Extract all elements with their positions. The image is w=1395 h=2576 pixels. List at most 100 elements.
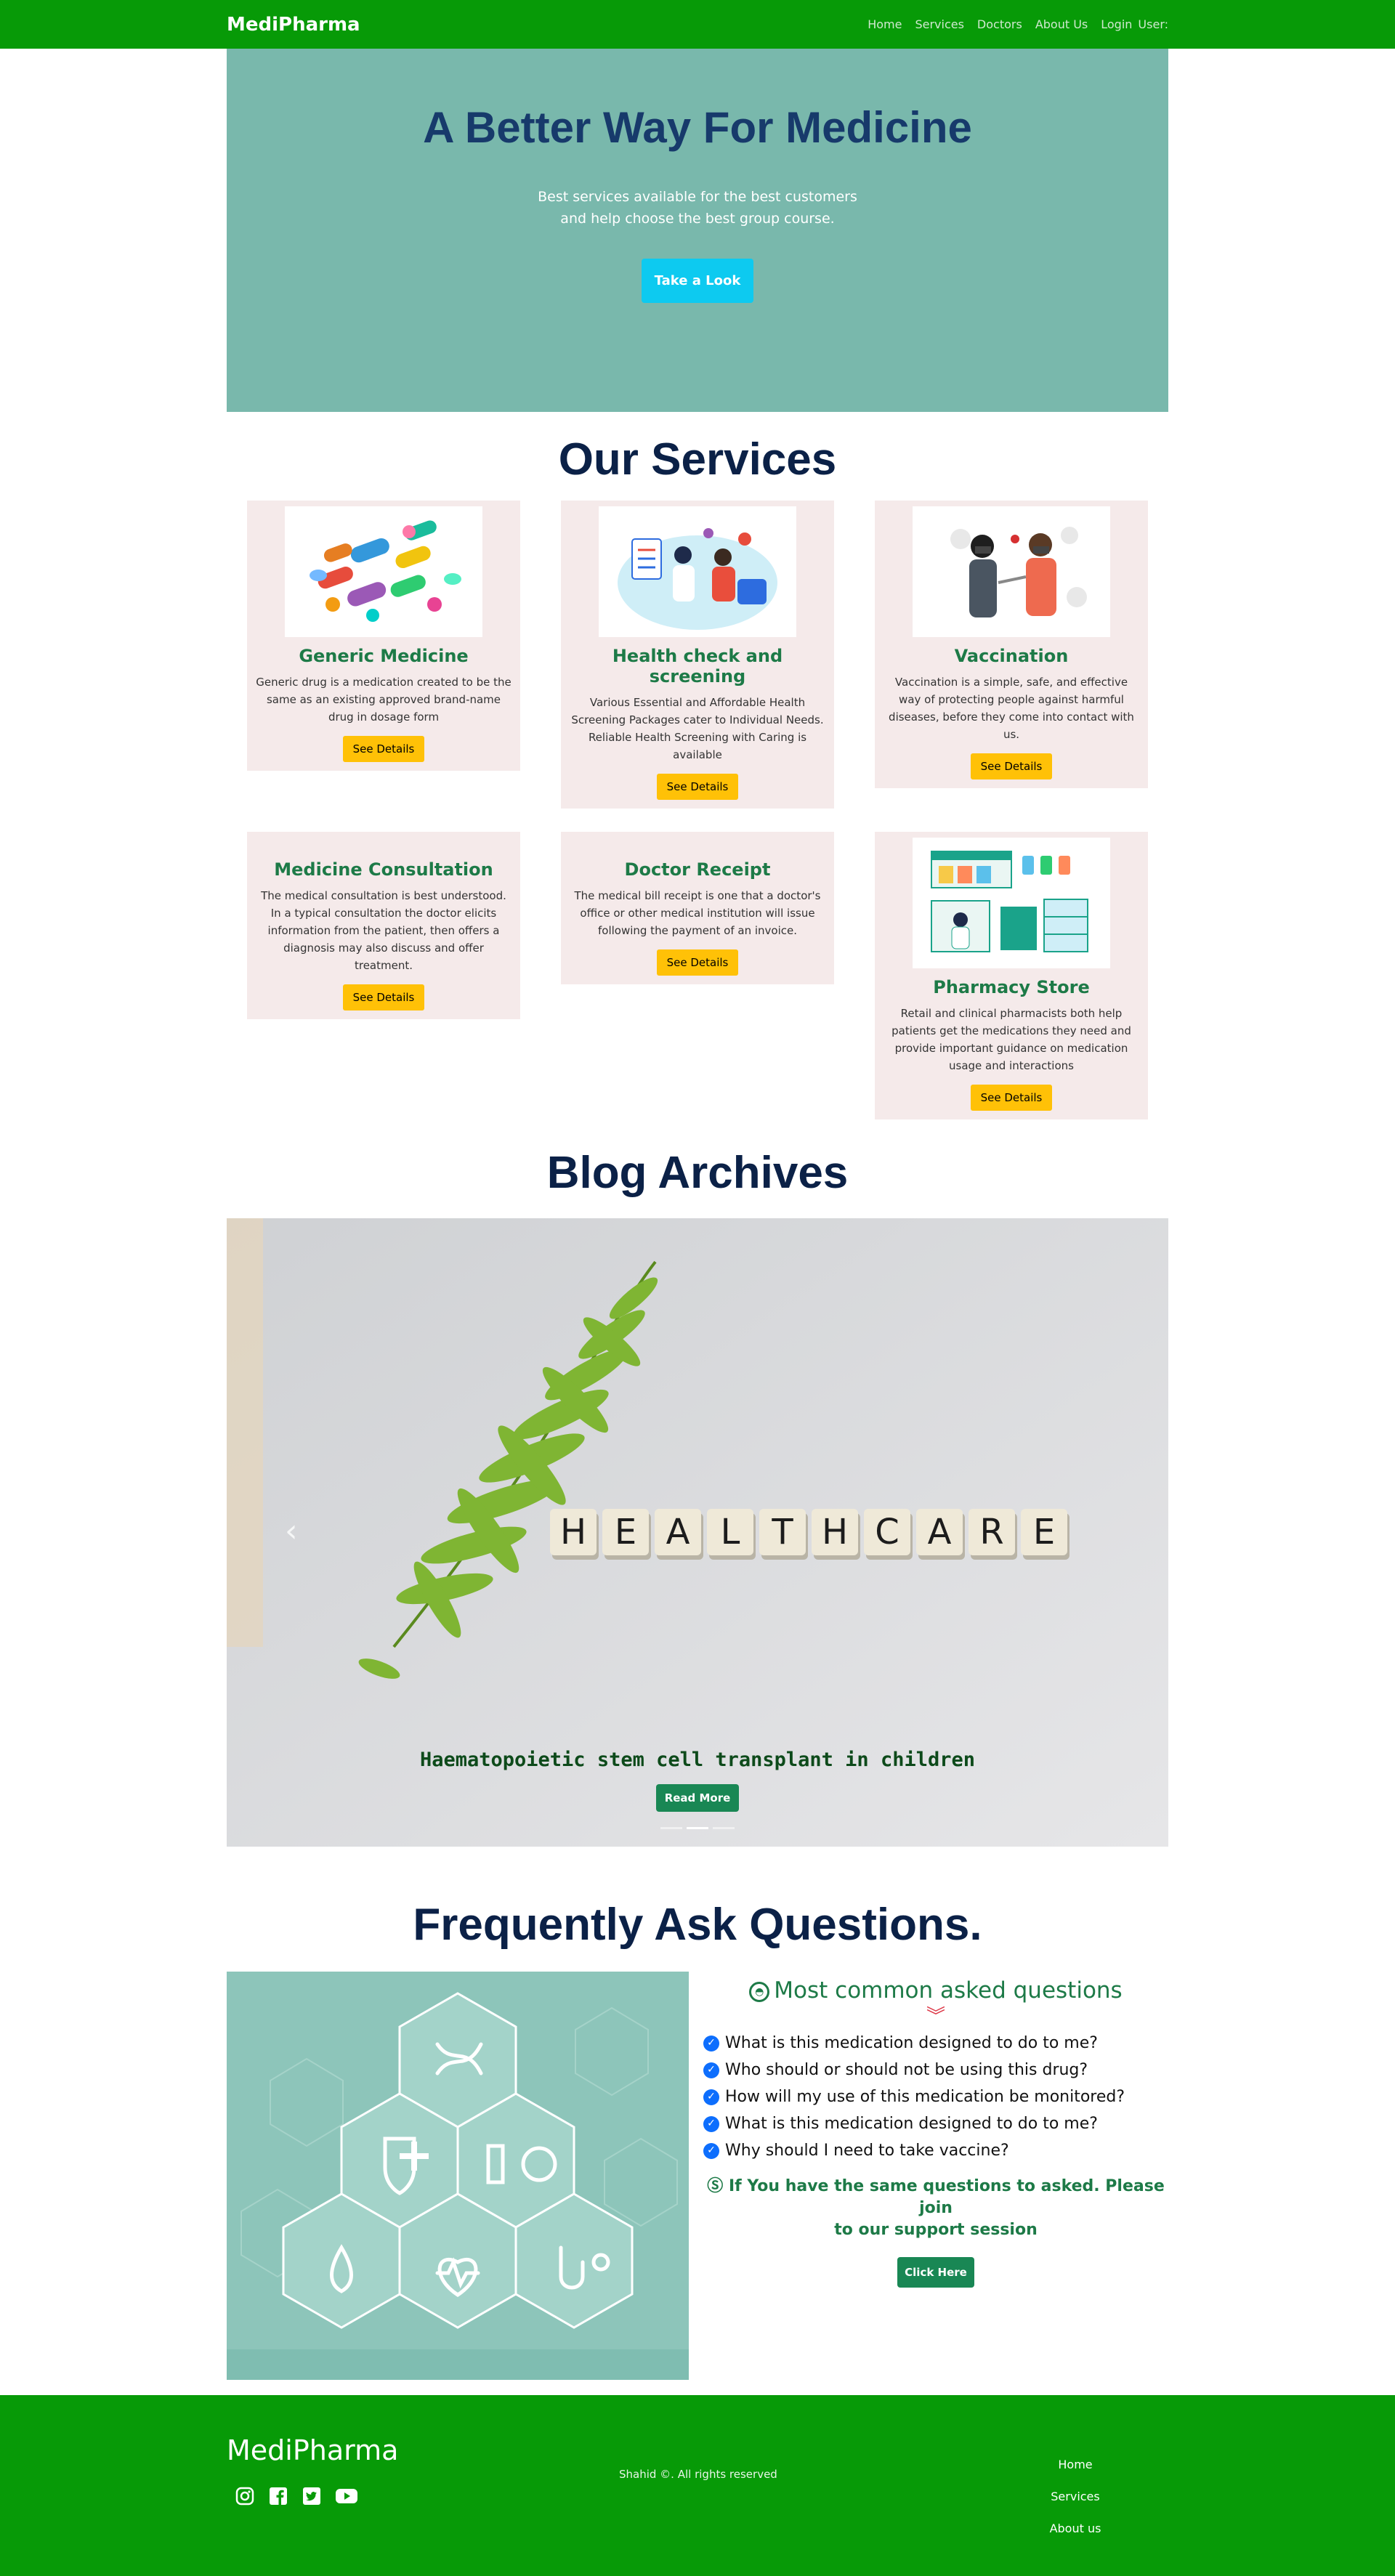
scrabble-tile: H: [550, 1509, 599, 1560]
faq-question-text: Why should I need to take vaccine?: [725, 2142, 1009, 2160]
check-circle-icon: ✓: [703, 2035, 719, 2052]
services-title: Our Services: [558, 434, 837, 485]
service-card-health-check: Health check and screening Various Essen…: [561, 501, 834, 809]
see-details-button[interactable]: See Details: [342, 736, 425, 762]
scrabble-tile: T: [759, 1509, 808, 1560]
take-a-look-button[interactable]: Take a Look: [641, 259, 754, 303]
carousel-caption: Haematopoietic stem cell transplant in c…: [227, 1749, 1168, 1812]
hero-subtitle-line1: Best services available for the best cus…: [538, 189, 857, 205]
scrabble-tile: A: [916, 1509, 965, 1560]
service-description: The medical bill receipt is one that a d…: [574, 889, 821, 937]
service-card-medicine-consultation: Medicine Consultation The medical consul…: [247, 832, 520, 1019]
faq-click-wrapper: Click Here: [703, 2257, 1168, 2288]
faq-question-text: What is this medication designed to do t…: [725, 2115, 1098, 2133]
nav-doctors[interactable]: Doctors: [977, 17, 1022, 31]
carousel-indicator[interactable]: [713, 1827, 735, 1829]
social-links: [227, 2485, 619, 2507]
footer-link-home[interactable]: Home: [895, 2449, 1168, 2481]
carousel-indicator[interactable]: [660, 1827, 682, 1829]
footer-brand[interactable]: MediPharma: [227, 2434, 619, 2466]
faq-heading-text: Most common asked questions: [774, 1977, 1123, 2004]
chat-icon: ◓: [749, 1981, 770, 2002]
scrabble-letter: T: [771, 1512, 793, 1552]
service-title: Medicine Consultation: [274, 859, 493, 880]
facebook-icon[interactable]: [267, 2485, 289, 2507]
faq-question[interactable]: ✓ Who should or should not be using this …: [703, 2057, 1168, 2083]
scrabble-letter: A: [928, 1512, 952, 1552]
support-note-line2: to our support session: [834, 2221, 1038, 2239]
service-card-vaccination: Vaccination Vaccination is a simple, saf…: [875, 501, 1148, 788]
scrabble-letter: E: [1033, 1512, 1055, 1552]
scrabble-tile: E: [1021, 1509, 1070, 1560]
scrabble-letter: E: [615, 1512, 636, 1552]
faq-question[interactable]: ✓ What is this medication designed to do …: [703, 2110, 1168, 2137]
service-title: Generic Medicine: [299, 646, 469, 666]
scrabble-tile: L: [707, 1509, 756, 1560]
skype-icon: Ⓢ: [707, 2177, 724, 2195]
service-title: Vaccination: [954, 646, 1069, 666]
instagram-icon[interactable]: [234, 2485, 256, 2507]
blog-archives-title: Blog Archives: [546, 1148, 849, 1198]
support-note-line1: If You have the same questions to asked.…: [728, 2177, 1165, 2217]
see-details-button[interactable]: See Details: [970, 753, 1053, 779]
footer-brand-column: MediPharma: [227, 2395, 619, 2576]
service-card-doctor-receipt: Doctor Receipt The medical bill receipt …: [561, 832, 834, 984]
service-description: Various Essential and Affordable Health …: [571, 696, 824, 761]
scrabble-letter: R: [979, 1512, 1003, 1552]
click-here-button[interactable]: Click Here: [897, 2257, 974, 2288]
footer-link-about-us[interactable]: About us: [895, 2513, 1168, 2545]
service-card-pharmacy-store: Pharmacy Store Retail and clinical pharm…: [875, 832, 1148, 1119]
scrabble-tile: R: [969, 1509, 1017, 1560]
hero-title: A Better Way For Medicine: [423, 103, 972, 152]
hero-subtitle: Best services available for the best cus…: [227, 186, 1168, 230]
service-description: The medical consultation is best underst…: [261, 889, 506, 972]
nav-services[interactable]: Services: [915, 17, 963, 31]
carousel-prev-icon[interactable]: ‹: [285, 1512, 298, 1550]
service-description: Generic drug is a medication created to …: [256, 676, 512, 724]
see-details-button[interactable]: See Details: [656, 774, 739, 800]
footer-link-services[interactable]: Services: [895, 2481, 1168, 2513]
scrabble-letter: H: [822, 1512, 848, 1552]
faq-question-list: ✓ What is this medication designed to do …: [703, 2030, 1168, 2164]
scrabble-letter: H: [560, 1512, 586, 1552]
carousel-indicators: [227, 1827, 1168, 1829]
service-card-generic-medicine: Generic Medicine Generic drug is a medic…: [247, 501, 520, 771]
faq-heading: ◓ Most common asked questions: [703, 1977, 1168, 2004]
nav-home[interactable]: Home: [868, 17, 902, 31]
faq-section: ◓ Most common asked questions ︾ ✓ What is …: [227, 1972, 1168, 2380]
footer-copyright: Shahid ©. All rights reserved: [619, 2468, 777, 2481]
faq-question[interactable]: ✓ Why should I need to take vaccine?: [703, 2137, 1168, 2164]
vaccination-illustration: [913, 506, 1110, 637]
carousel-indicator-active[interactable]: [687, 1827, 708, 1829]
scrabble-tile: H: [812, 1509, 860, 1560]
read-more-button[interactable]: Read More: [655, 1784, 740, 1812]
faq-question-text: Who should or should not be using this d…: [725, 2061, 1088, 2079]
youtube-icon[interactable]: [334, 2485, 359, 2507]
service-description: Vaccination is a simple, safe, and effec…: [889, 676, 1134, 741]
brand-logo[interactable]: MediPharma: [227, 14, 360, 36]
nav-about-us[interactable]: About Us: [1035, 17, 1088, 31]
nav-user: User:: [1138, 17, 1168, 31]
blog-carousel[interactable]: HEALTHCARE ‹ Haematopoietic stem cell tr…: [227, 1218, 1168, 1847]
service-title: Health check and screening: [612, 646, 783, 686]
double-chevron-down-icon: ︾: [926, 2005, 945, 2027]
check-circle-icon: ✓: [703, 2142, 719, 2159]
nav-login[interactable]: Login: [1101, 17, 1132, 31]
pills-illustration: [285, 506, 482, 637]
nav-links: Home Services Doctors About Us Login Use…: [868, 17, 1168, 31]
navbar: MediPharma Home Services Doctors About U…: [0, 0, 1395, 49]
see-details-button[interactable]: See Details: [342, 984, 425, 1010]
service-title: Doctor Receipt: [624, 859, 771, 880]
see-details-button[interactable]: See Details: [656, 949, 739, 976]
blog-post-title: Haematopoietic stem cell transplant in c…: [419, 1749, 975, 1771]
see-details-button[interactable]: See Details: [970, 1085, 1053, 1111]
faq-question[interactable]: ✓ How will my use of this medication be m…: [703, 2083, 1168, 2110]
service-title: Pharmacy Store: [933, 977, 1090, 997]
footer-links: Home Services About us: [895, 2395, 1168, 2576]
scrabble-tile: C: [864, 1509, 913, 1560]
faq-question-text: How will my use of this medication be mo…: [725, 2088, 1125, 2106]
twitter-icon[interactable]: [301, 2485, 323, 2507]
faq-question[interactable]: ✓ What is this medication designed to do …: [703, 2030, 1168, 2057]
services-grid: Generic Medicine Generic drug is a medic…: [227, 501, 1168, 1119]
hero-banner: A Better Way For Medicine Best services …: [227, 49, 1168, 412]
